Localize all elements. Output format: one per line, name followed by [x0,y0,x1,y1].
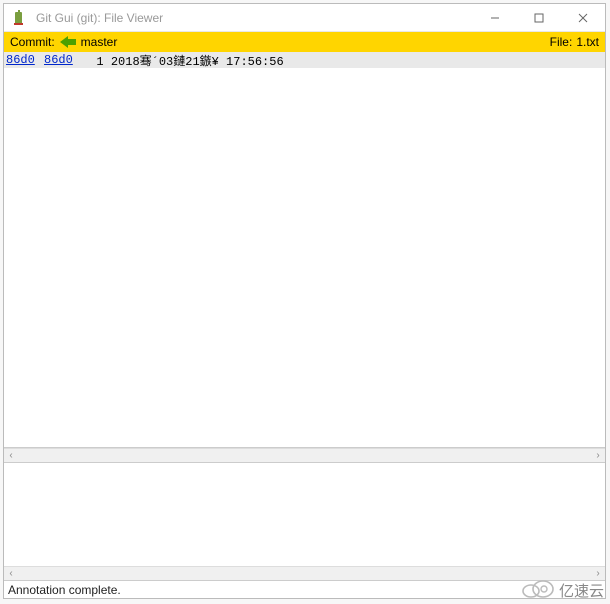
horizontal-scrollbar-bottom[interactable]: ‹ › [4,566,605,580]
scroll-left-icon[interactable]: ‹ [4,568,18,580]
branch-name[interactable]: master [81,35,118,49]
scroll-right-icon[interactable]: › [591,568,605,580]
scroll-left-icon[interactable]: ‹ [4,450,18,462]
minimize-button[interactable] [473,4,517,31]
app-icon [10,8,30,28]
commit-hash-link-2[interactable]: 86d0 [44,53,73,67]
file-section: File: 1.txt [550,35,599,49]
file-label: File: [550,35,573,49]
window-controls [473,4,605,31]
scroll-right-icon[interactable]: › [591,450,605,462]
window-title: Git Gui (git): File Viewer [36,11,473,25]
back-arrow-icon[interactable] [59,35,77,49]
commit-bar: Commit: master File: 1.txt [4,32,605,52]
line-content: 1 2018骞´03鏈21鏃¥ 17:56:56 [75,52,284,69]
horizontal-scrollbar-top[interactable]: ‹ › [4,448,605,462]
commit-hash-link[interactable]: 86d0 [6,53,35,67]
annotation-row: 86d0 86d0 1 2018骞´03鏈21鏃¥ 17:56:56 [4,52,605,68]
status-text: Annotation complete. [8,583,121,597]
title-bar[interactable]: Git Gui (git): File Viewer [4,4,605,32]
maximize-button[interactable] [517,4,561,31]
file-content-pane[interactable] [4,68,605,448]
status-bar: Annotation complete. [4,580,605,598]
detail-pane[interactable] [4,462,605,566]
close-button[interactable] [561,4,605,31]
file-name: 1.txt [576,35,599,49]
app-window: Git Gui (git): File Viewer Commit: maste… [3,3,606,599]
commit-label: Commit: [10,35,55,49]
